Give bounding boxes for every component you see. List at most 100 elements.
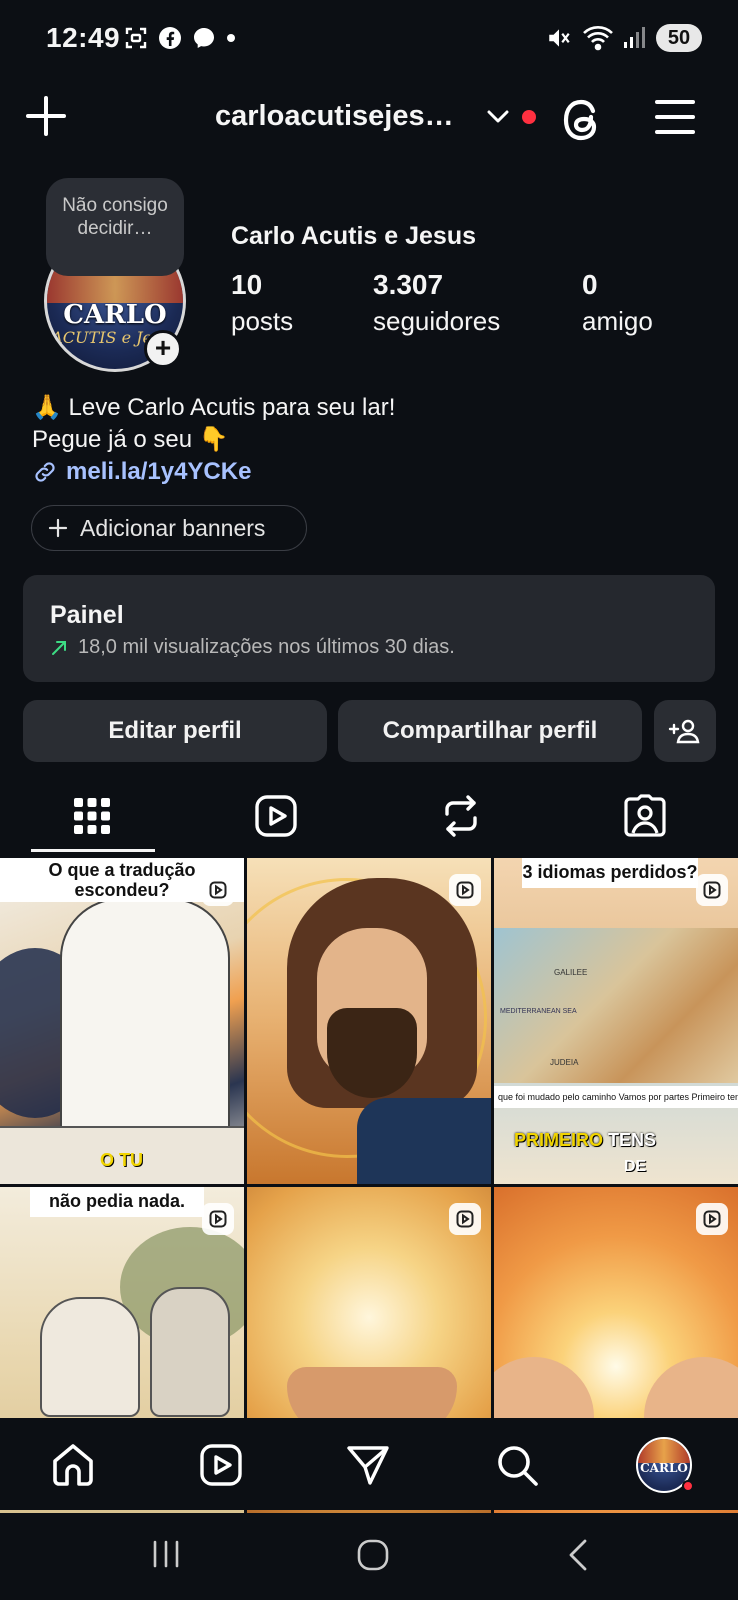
active-tab-indicator — [31, 849, 155, 852]
plus-icon — [48, 518, 68, 538]
panel-subtitle-row: 18,0 mil visualizações nos últimos 30 di… — [50, 636, 715, 659]
bottom-navigation: CARLO — [0, 1418, 738, 1510]
jesus-beard — [327, 1008, 417, 1098]
panel-title: Painel — [50, 601, 124, 629]
dashboard-panel[interactable]: Painel 18,0 mil visualizações nos último… — [23, 575, 715, 682]
add-banners-label: Adicionar banners — [80, 514, 266, 541]
nav-home[interactable] — [48, 1440, 98, 1490]
map-image — [494, 928, 738, 1083]
dot-icon — [227, 34, 235, 42]
overlay-word-highlight: PRIMEIRO — [514, 1130, 604, 1150]
reels-icon — [255, 795, 297, 837]
avatar-artwork — [638, 1439, 690, 1463]
notification-icons — [124, 26, 236, 50]
posts-grid: O que a tradução escondeu? O TU GALILEE … — [0, 858, 738, 1513]
map-label: GALILEE — [554, 968, 588, 977]
menu-icon[interactable] — [654, 98, 696, 136]
status-time: 12:49 — [46, 22, 121, 53]
chevron-down-icon[interactable] — [486, 108, 510, 124]
stat-value: 0 — [582, 269, 598, 300]
map-label: MEDITERRANEAN SEA — [500, 1008, 577, 1015]
overlay-word-rest: TENS — [608, 1130, 657, 1150]
post-thumbnail[interactable]: GALILEE MEDITERRANEAN SEA JUDEIA 3 idiom… — [494, 858, 738, 1184]
repost-icon — [445, 795, 477, 837]
top-bar: carloacutisejes… — [0, 80, 738, 160]
stat-label: seguidores — [373, 306, 501, 336]
trend-up-icon — [52, 640, 66, 655]
screenshot-icon — [125, 27, 147, 49]
jesus-robe — [357, 1098, 491, 1184]
seated-figure — [40, 1297, 140, 1417]
account-switcher-username[interactable]: carloacutisejes… — [215, 100, 454, 133]
profile-name: Carlo Acutis e Jesus — [231, 222, 477, 250]
stat-following[interactable]: 0 amigo — [582, 268, 653, 340]
note-bubble[interactable]: Não consigo decidir… — [46, 178, 184, 276]
tab-tagged[interactable] — [615, 786, 675, 846]
facebook-icon — [159, 27, 181, 49]
nav-messages[interactable] — [343, 1440, 393, 1490]
share-profile-button[interactable]: Compartilhar perfil — [338, 700, 642, 762]
grid-icon — [74, 798, 110, 834]
link-text: meli.la/1y4YCKe — [66, 458, 252, 485]
panel-subtitle: 18,0 mil visualizações nos últimos 30 di… — [78, 636, 455, 658]
map-label: JUDEIA — [550, 1058, 579, 1067]
subtitle-band: que foi mudado pelo caminho Vamos por pa… — [494, 1086, 738, 1108]
overlay-word-2: DE — [624, 1158, 647, 1175]
illustrated-figure — [60, 898, 230, 1138]
threads-icon[interactable] — [560, 96, 604, 144]
avatar-mini-title: CARLO — [640, 1461, 688, 1475]
reel-badge-icon — [696, 874, 728, 906]
add-story-button[interactable]: + — [144, 330, 182, 368]
profile-tabs — [0, 776, 738, 856]
avatar-title: CARLO — [63, 300, 167, 330]
add-person-icon — [668, 719, 700, 744]
home-icon — [53, 1444, 93, 1486]
send-icon — [347, 1446, 389, 1485]
tab-grid[interactable] — [62, 786, 122, 846]
reel-badge-icon — [202, 874, 234, 906]
tab-reposts[interactable] — [431, 786, 491, 846]
home-button-icon[interactable] — [356, 1538, 390, 1572]
notification-dot — [522, 110, 536, 124]
stat-value: 3.307 — [373, 269, 444, 300]
post-caption: 3 idiomas perdidos? — [522, 858, 698, 888]
reel-badge-icon — [202, 1203, 234, 1235]
discover-people-button[interactable] — [654, 700, 716, 762]
link-icon — [35, 462, 55, 482]
stat-label: amigo — [582, 306, 653, 336]
edit-profile-button[interactable]: Editar perfil — [23, 700, 327, 762]
back-icon[interactable] — [566, 1538, 590, 1572]
add-banners-button[interactable]: Adicionar banners — [31, 505, 307, 551]
nav-reels[interactable] — [196, 1440, 246, 1490]
nav-search[interactable] — [492, 1440, 542, 1490]
signal-icon — [624, 27, 645, 48]
bio: 🙏 Leve Carlo Acutis para seu lar! Pegue … — [32, 392, 395, 456]
system-navigation — [0, 1510, 738, 1600]
tagged-person-icon — [624, 794, 666, 837]
post-overlay-text: O TU — [100, 1150, 143, 1170]
reel-badge-icon — [449, 1203, 481, 1235]
bio-link[interactable]: meli.la/1y4YCKe — [32, 458, 251, 486]
create-plus-icon[interactable] — [24, 94, 68, 138]
wifi-icon — [583, 26, 613, 51]
bio-line: 🙏 Leve Carlo Acutis para seu lar! — [32, 394, 396, 421]
reel-badge-icon — [449, 874, 481, 906]
recent-apps-icon[interactable] — [150, 1538, 182, 1570]
mute-icon — [549, 29, 570, 47]
messenger-icon — [194, 28, 214, 48]
stat-followers[interactable]: 3.307 seguidores — [373, 268, 500, 340]
battery-indicator: 50 — [656, 24, 702, 52]
search-icon — [498, 1446, 538, 1486]
reels-icon — [200, 1444, 242, 1486]
tab-reels[interactable] — [246, 786, 306, 846]
reel-badge-icon — [696, 1203, 728, 1235]
seated-figure-2 — [150, 1287, 230, 1417]
post-thumbnail[interactable]: O que a tradução escondeu? O TU — [0, 858, 244, 1184]
post-thumbnail[interactable] — [247, 858, 491, 1184]
stat-posts[interactable]: 10 posts — [231, 268, 293, 340]
bio-line: Pegue já o seu 👇 — [32, 426, 229, 453]
status-bar: 12:49 50 — [0, 0, 738, 80]
stat-label: posts — [231, 306, 294, 336]
notification-dot — [682, 1480, 694, 1492]
stat-value: 10 — [231, 269, 263, 300]
